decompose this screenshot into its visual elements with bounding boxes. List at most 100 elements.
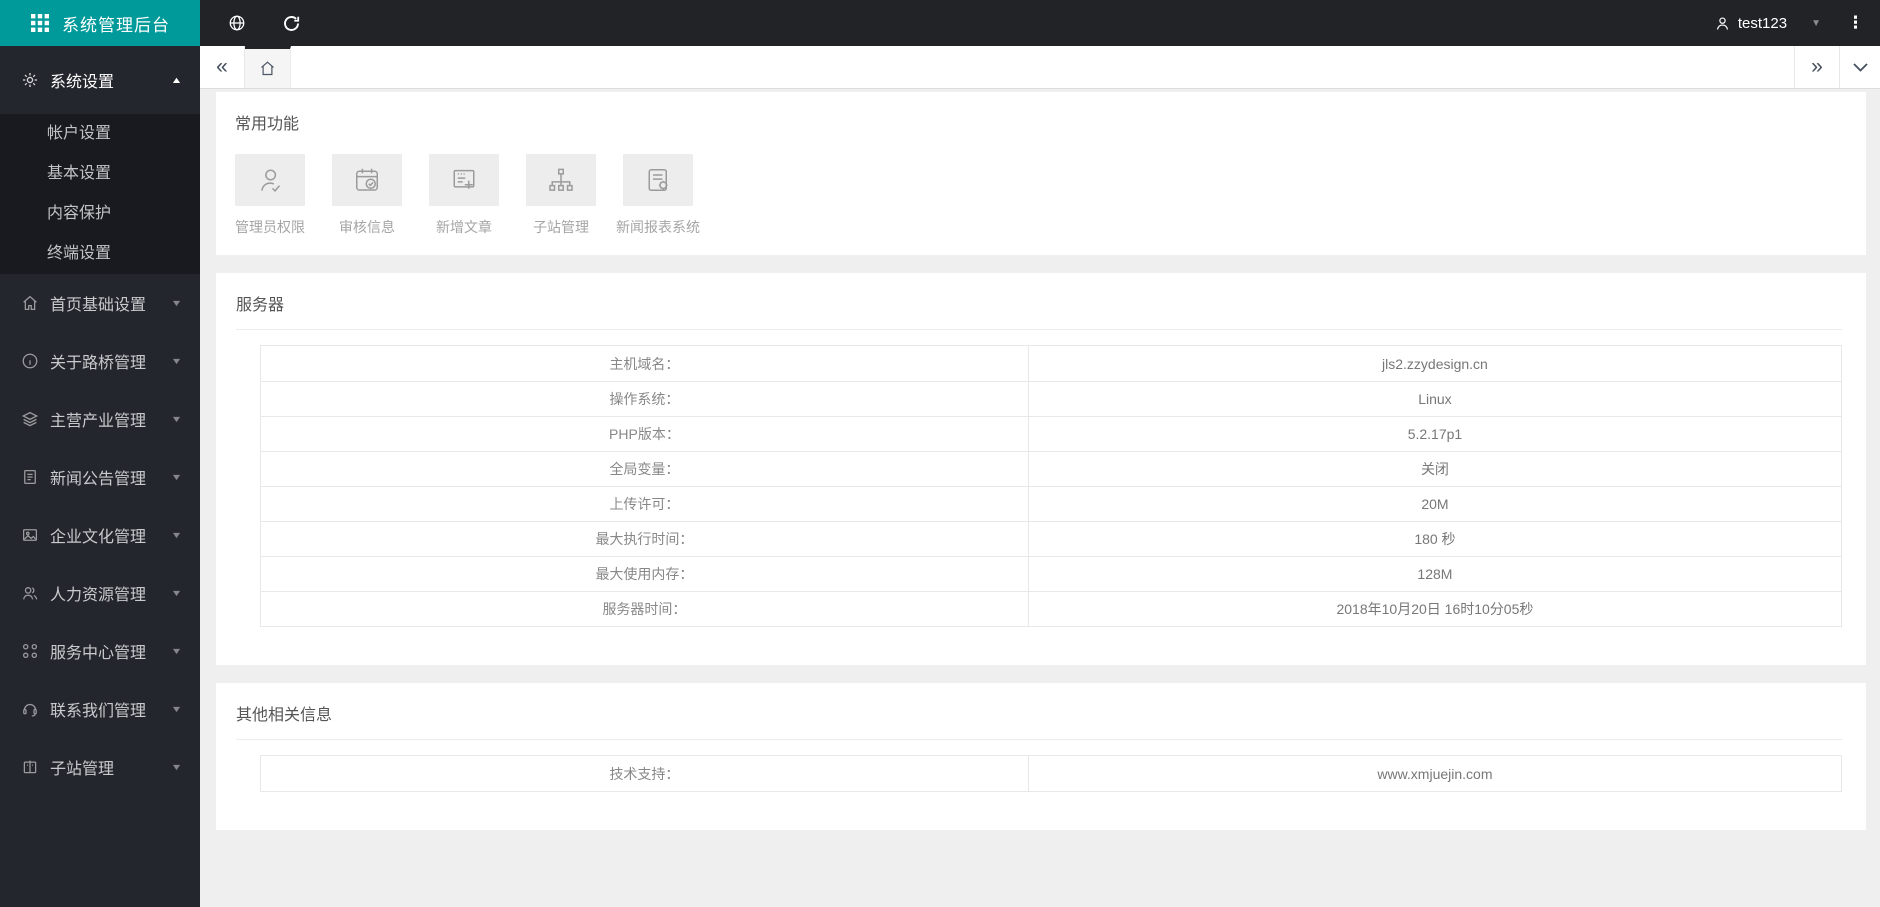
sidebar-subitem-basic[interactable]: 基本设置 bbox=[0, 154, 200, 194]
sidebar-item-label: 首页基础设置 bbox=[50, 297, 147, 314]
other-info-title: 其他相关信息 bbox=[236, 707, 333, 724]
tabs-scroll-left-button[interactable]: « bbox=[200, 46, 245, 88]
username: test123 bbox=[1737, 14, 1788, 32]
sidebar-item-label: 系统设置 bbox=[50, 74, 115, 91]
image-icon bbox=[20, 526, 39, 545]
chevron-down-icon bbox=[1852, 62, 1868, 72]
system-settings-submenu: 帐户设置 基本设置 内容保护 终端设置 bbox=[0, 114, 200, 274]
home-icon bbox=[261, 61, 274, 76]
table-row: 全局变量： 关闭 bbox=[261, 451, 1841, 486]
caret-down-icon: ▼ bbox=[170, 588, 183, 598]
caret-down-icon: ▼ bbox=[170, 704, 183, 714]
server-table: 主机域名： jls2.zzydesign.cn 操作系统： Linux PHP版… bbox=[260, 345, 1842, 627]
row-label: 技术支持： bbox=[261, 756, 1029, 791]
other-info-panel: 其他相关信息 技术支持： www.xmjuejin.com bbox=[216, 683, 1866, 830]
quick-tiles: 管理员权限 审核信息 新增文章 子站管理 新闻报表系统 bbox=[235, 154, 1846, 237]
sidebar-item-label: 企业文化管理 bbox=[50, 529, 147, 546]
quick-functions-title: 常用功能 bbox=[235, 116, 300, 133]
file-plus-icon bbox=[429, 154, 499, 206]
users-icon bbox=[20, 584, 39, 603]
topbar-right: test123 ▼ ⋮ bbox=[1714, 13, 1880, 33]
row-label: 最大使用内存： bbox=[261, 557, 1029, 591]
quick-tile-news-report[interactable]: 新闻报表系统 bbox=[616, 154, 700, 237]
quick-tile-label: 新闻报表系统 bbox=[616, 219, 700, 235]
sidebar-item-culture[interactable]: 企业文化管理 ▼ bbox=[0, 506, 200, 564]
sidebar-subitem-account[interactable]: 帐户设置 bbox=[0, 114, 200, 154]
row-label: 服务器时间： bbox=[261, 592, 1029, 626]
sidebar-item-service-center[interactable]: 服务中心管理 ▼ bbox=[0, 622, 200, 680]
sidebar: 系统设置 ▲ 帐户设置 基本设置 内容保护 终端设置 首页基础设置 ▼ 关于路桥… bbox=[0, 46, 200, 907]
quick-functions-panel: 常用功能 管理员权限 审核信息 新增文章 子站管理 新闻报表系统 bbox=[216, 92, 1866, 255]
caret-down-icon: ▼ bbox=[170, 530, 183, 540]
sidebar-subitem-content-protect[interactable]: 内容保护 bbox=[0, 194, 200, 234]
brand-header[interactable]: 系统管理后台 bbox=[0, 0, 200, 46]
globe-icon[interactable] bbox=[220, 0, 254, 46]
sidebar-item-industry[interactable]: 主营产业管理 ▼ bbox=[0, 390, 200, 448]
quick-tile-new-article[interactable]: 新增文章 bbox=[429, 154, 499, 237]
table-row: 主机域名： jls2.zzydesign.cn bbox=[261, 346, 1841, 381]
quick-tile-subsite[interactable]: 子站管理 bbox=[526, 154, 596, 237]
tabbar: « » bbox=[200, 46, 1880, 89]
caret-down-icon: ▼ bbox=[170, 762, 183, 772]
tabs-scroll-right-button[interactable]: » bbox=[1794, 46, 1839, 88]
other-info-table: 技术支持： www.xmjuejin.com bbox=[260, 755, 1842, 792]
quick-tile-review-info[interactable]: 审核信息 bbox=[332, 154, 402, 237]
sidebar-item-label: 新闻公告管理 bbox=[50, 471, 147, 488]
divider bbox=[236, 329, 1842, 330]
command-icon bbox=[20, 642, 39, 661]
row-label: 全局变量： bbox=[261, 452, 1029, 486]
building-icon bbox=[20, 758, 39, 777]
sidebar-item-label: 主营产业管理 bbox=[50, 413, 147, 430]
sidebar-item-label: 关于路桥管理 bbox=[50, 355, 147, 372]
sidebar-subitem-terminal[interactable]: 终端设置 bbox=[0, 234, 200, 274]
quick-tile-label: 新增文章 bbox=[436, 219, 492, 235]
table-row: 上传许可： 20M bbox=[261, 486, 1841, 521]
quick-tile-label: 审核信息 bbox=[339, 219, 395, 235]
topbar: test123 ▼ ⋮ bbox=[200, 0, 1880, 46]
row-value: 5.2.17p1 bbox=[1407, 426, 1463, 442]
kebab-menu-icon[interactable]: ⋮ bbox=[1847, 13, 1864, 33]
tabbar-spacer bbox=[291, 46, 1794, 88]
refresh-icon[interactable] bbox=[274, 0, 308, 46]
row-value: 128M bbox=[1417, 566, 1453, 582]
server-panel: 服务器 主机域名： jls2.zzydesign.cn 操作系统： Linux … bbox=[216, 273, 1866, 665]
row-label: PHP版本： bbox=[261, 417, 1029, 451]
sidebar-item-subsite[interactable]: 子站管理 ▼ bbox=[0, 738, 200, 796]
caret-down-icon: ▼ bbox=[170, 472, 183, 482]
sidebar-item-label: 子站管理 bbox=[50, 761, 115, 778]
user-icon bbox=[1716, 16, 1728, 30]
user-menu[interactable]: test123 bbox=[1714, 15, 1787, 32]
sidebar-item-hr[interactable]: 人力资源管理 ▼ bbox=[0, 564, 200, 622]
caret-up-icon: ▲ bbox=[170, 75, 183, 85]
home-icon bbox=[20, 294, 39, 313]
table-row: 最大使用内存： 128M bbox=[261, 556, 1841, 591]
file-text-icon bbox=[20, 468, 39, 487]
sidebar-item-about[interactable]: 关于路桥管理 ▼ bbox=[0, 332, 200, 390]
caret-down-icon: ▼ bbox=[170, 646, 183, 656]
sidebar-item-system-settings[interactable]: 系统设置 ▲ bbox=[0, 46, 200, 114]
caret-down-icon[interactable]: ▼ bbox=[1811, 18, 1821, 29]
admin-app: 系统管理后台 test123 ▼ ⋮ 系统设置 ▲ 帐户设置 基本设置 内容保护… bbox=[0, 0, 1880, 907]
row-label: 上传许可： bbox=[261, 487, 1029, 521]
sidebar-item-contact[interactable]: 联系我们管理 ▼ bbox=[0, 680, 200, 738]
sitemap-icon bbox=[526, 154, 596, 206]
quick-tile-admin-permission[interactable]: 管理员权限 bbox=[235, 154, 305, 237]
table-row: 技术支持： www.xmjuejin.com bbox=[261, 756, 1841, 791]
table-row: 服务器时间： 2018年10月20日 16时10分05秒 bbox=[261, 591, 1841, 626]
calendar-check-icon bbox=[332, 154, 402, 206]
sidebar-item-label: 联系我们管理 bbox=[50, 703, 147, 720]
main-content: 常用功能 管理员权限 审核信息 新增文章 子站管理 新闻报表系统 服务器 主机域… bbox=[200, 89, 1880, 907]
quick-tile-label: 子站管理 bbox=[533, 219, 589, 235]
tabs-collapse-button[interactable] bbox=[1839, 46, 1880, 88]
brand-title: 系统管理后台 bbox=[62, 15, 170, 35]
row-value: 180 秒 bbox=[1414, 531, 1456, 547]
sidebar-item-news[interactable]: 新闻公告管理 ▼ bbox=[0, 448, 200, 506]
file-gear-icon bbox=[623, 154, 693, 206]
sidebar-item-home-settings[interactable]: 首页基础设置 ▼ bbox=[0, 274, 200, 332]
info-icon bbox=[20, 352, 39, 371]
headset-icon bbox=[20, 700, 39, 719]
caret-down-icon: ▼ bbox=[170, 356, 183, 366]
tab-home[interactable] bbox=[245, 46, 291, 88]
quick-tile-label: 管理员权限 bbox=[235, 219, 305, 235]
row-label: 最大执行时间： bbox=[261, 522, 1029, 556]
